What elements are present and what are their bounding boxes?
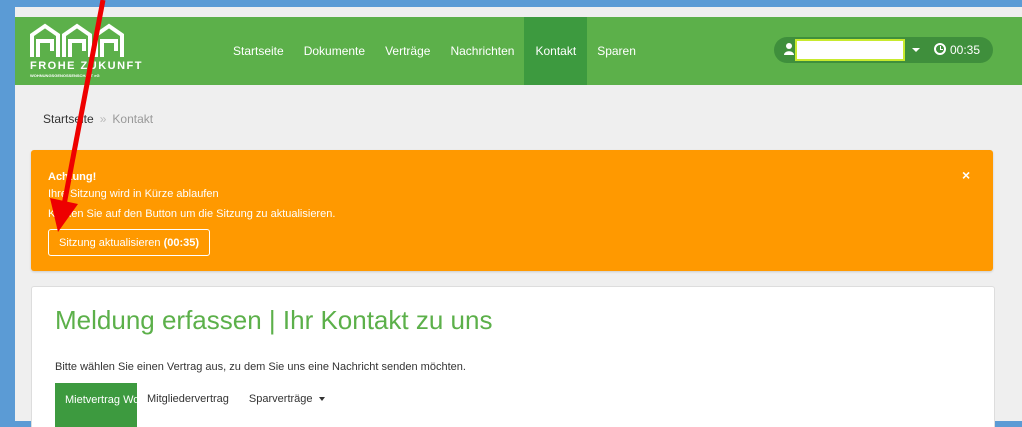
main-nav: Startseite Dokumente Verträge Nachrichte…	[223, 17, 646, 85]
nav-item-dokumente[interactable]: Dokumente	[294, 17, 375, 85]
clock-icon	[934, 43, 946, 55]
contract-tabs: Mietvertrag Wohnraum Mitgliedervertrag S…	[55, 383, 335, 427]
alert-message: Ihre Sitzung wird in Kürze ablaufen	[48, 188, 219, 200]
nav-item-sparen[interactable]: Sparen	[587, 17, 646, 85]
breadcrumb-current: Kontakt	[112, 112, 154, 126]
nav-item-nachrichten[interactable]: Nachrichten	[440, 17, 524, 85]
top-navbar: FROHE ZUKUNFT WOHNUNGSGENOSSENSCHAFT eG …	[15, 17, 1022, 85]
page-title: Meldung erfassen | Ihr Kontakt zu uns	[55, 305, 493, 335]
breadcrumb: Startseite » Kontakt	[43, 112, 153, 126]
contract-instruction: Bitte wählen Sie einen Vertrag aus, zu d…	[55, 361, 466, 373]
chevron-down-icon[interactable]	[912, 48, 920, 52]
alert-title: Achtung!	[48, 171, 97, 183]
refresh-button-countdown: (00:35)	[163, 237, 200, 249]
browser-page: FROHE ZUKUNFT WOHNUNGSGENOSSENSCHAFT eG …	[15, 7, 1022, 427]
tab-sparvertraege[interactable]: Sparverträge	[239, 383, 335, 427]
tab-label: Mietvertrag Wohnraum	[65, 394, 177, 406]
contact-panel: Meldung erfassen | Ihr Kontakt zu uns Bi…	[31, 286, 995, 427]
user-menu[interactable]: 00:35	[774, 37, 993, 63]
refresh-button-label: Sitzung aktualisieren	[59, 237, 164, 249]
session-expiry-alert: Achtung! Ihre Sitzung wird in Kürze abla…	[31, 150, 993, 271]
logo-text: FROHE ZUKUNFT	[30, 60, 143, 72]
user-icon	[784, 43, 794, 55]
user-name-field[interactable]	[795, 39, 905, 61]
nav-item-startseite[interactable]: Startseite	[223, 17, 294, 85]
alert-instruction: Klicken Sie auf den Button um die Sitzun…	[48, 208, 336, 220]
logo[interactable]: FROHE ZUKUNFT WOHNUNGSGENOSSENSCHAFT eG	[29, 23, 142, 79]
caret-down-icon	[318, 397, 325, 402]
breadcrumb-separator: »	[99, 112, 107, 126]
refresh-session-button[interactable]: Sitzung aktualisieren (00:35)	[48, 229, 211, 256]
logo-houses-graphic	[30, 23, 124, 57]
breadcrumb-home[interactable]: Startseite	[43, 112, 94, 126]
nav-item-vertraege[interactable]: Verträge	[375, 17, 440, 85]
tab-mitgliedervertrag[interactable]: Mitgliedervertrag	[137, 383, 239, 427]
tab-mietvertrag-wohnraum[interactable]: Mietvertrag Wohnraum	[55, 383, 177, 427]
session-timer: 00:35	[950, 43, 981, 57]
tab-label: Sparverträge	[248, 393, 313, 405]
close-icon[interactable]: ×	[962, 167, 970, 183]
nav-item-kontakt[interactable]: Kontakt	[524, 17, 588, 85]
logo-subtext: WOHNUNGSGENOSSENSCHAFT eG	[30, 73, 100, 78]
